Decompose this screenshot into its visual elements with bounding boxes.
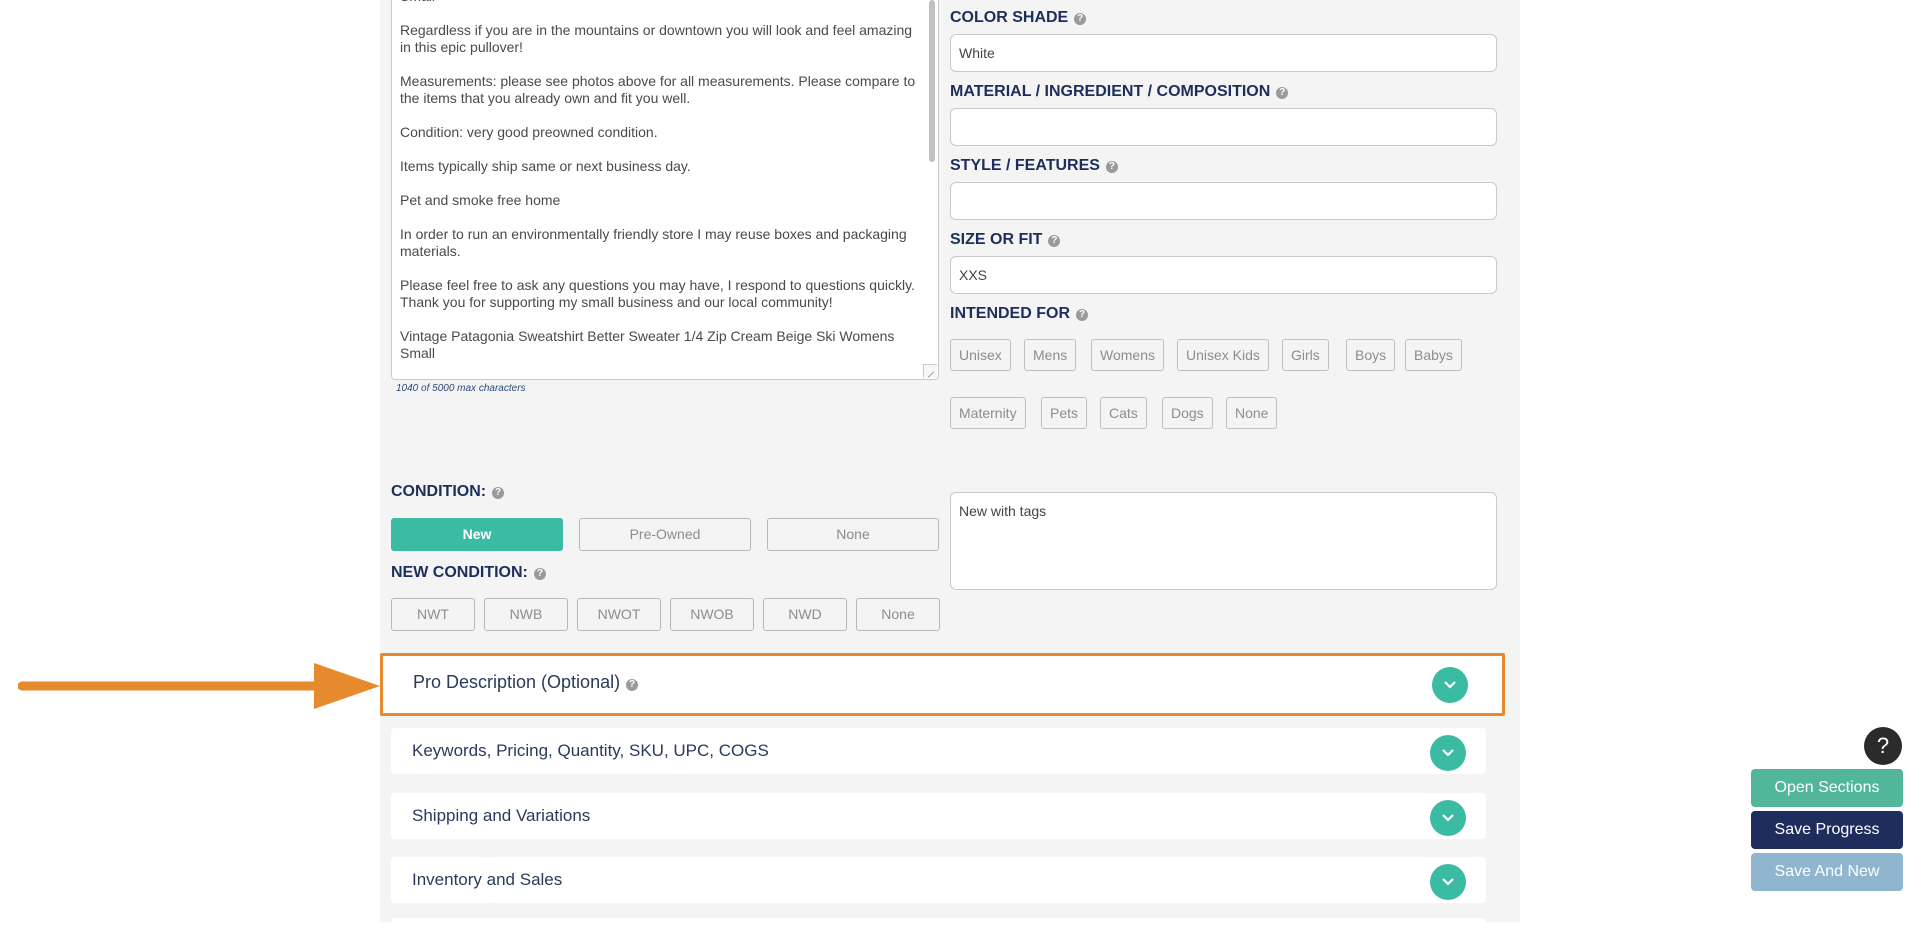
intended-unisex[interactable]: Unisex (950, 339, 1011, 371)
help-icon[interactable]: ? (1105, 161, 1118, 173)
condition-label: CONDITION:? (391, 483, 505, 501)
new-condition-none[interactable]: None (856, 598, 940, 631)
section-title: Inventory and Sales (412, 870, 563, 889)
description-text: Small Regardless if you are in the mount… (400, 0, 916, 361)
condition-note-textarea[interactable]: New with tags (950, 492, 1497, 590)
chevron-down-icon[interactable] (1432, 667, 1468, 703)
resize-handle[interactable] (923, 364, 937, 378)
size-fit-input[interactable]: XXS (950, 256, 1497, 294)
section-inventory-sales[interactable]: Inventory and Sales (391, 857, 1486, 903)
section-title: Pro Description (Optional)? (413, 672, 639, 693)
intended-womens[interactable]: Womens (1091, 339, 1164, 371)
section-keywords-pricing[interactable]: Keywords, Pricing, Quantity, SKU, UPC, C… (391, 728, 1486, 774)
help-question-icon[interactable]: ? (1864, 727, 1902, 765)
help-icon[interactable]: ? (1276, 87, 1289, 99)
chevron-down-icon[interactable] (1430, 735, 1466, 771)
new-condition-nwt[interactable]: NWT (391, 598, 475, 631)
intended-maternity[interactable]: Maternity (950, 397, 1026, 429)
help-icon[interactable]: ? (626, 679, 639, 691)
section-title: Shipping and Variations (412, 806, 591, 825)
intended-girls[interactable]: Girls (1282, 339, 1329, 371)
character-count: 1040 of 5000 max characters (396, 383, 526, 394)
open-sections-button[interactable]: Open Sections (1751, 769, 1903, 807)
save-and-new-button[interactable]: Save And New (1751, 853, 1903, 891)
new-condition-nwob[interactable]: NWOB (670, 598, 754, 631)
intended-cats[interactable]: Cats (1100, 397, 1147, 429)
new-condition-nwb[interactable]: NWB (484, 598, 568, 631)
material-input[interactable] (950, 108, 1497, 146)
chevron-down-icon[interactable] (1430, 864, 1466, 900)
help-icon[interactable]: ? (533, 568, 546, 580)
new-condition-nwot[interactable]: NWOT (577, 598, 661, 631)
section-next[interactable] (391, 918, 1486, 928)
intended-dogs[interactable]: Dogs (1162, 397, 1213, 429)
intended-none[interactable]: None (1226, 397, 1278, 429)
size-fit-label: SIZE OR FIT? (950, 231, 1061, 249)
description-textarea[interactable]: Small Regardless if you are in the mount… (391, 0, 939, 380)
section-title: Keywords, Pricing, Quantity, SKU, UPC, C… (412, 741, 769, 760)
intended-mens[interactable]: Mens (1024, 339, 1077, 371)
intended-pets[interactable]: Pets (1041, 397, 1088, 429)
description-scrollbar[interactable] (929, 0, 935, 162)
section-pro-description[interactable]: Pro Description (Optional)? (380, 653, 1505, 716)
intended-for-label: INTENDED FOR? (950, 305, 1088, 323)
condition-new-button[interactable]: New (391, 518, 563, 551)
style-features-label: STYLE / FEATURES? (950, 157, 1118, 175)
help-icon[interactable]: ? (1074, 13, 1087, 25)
intended-unisex-kids[interactable]: Unisex Kids (1177, 339, 1269, 371)
style-features-input[interactable] (950, 182, 1497, 220)
help-icon[interactable]: ? (492, 487, 505, 499)
chevron-down-icon[interactable] (1430, 800, 1466, 836)
color-shade-label: COLOR SHADE? (950, 9, 1087, 27)
intended-boys[interactable]: Boys (1346, 339, 1396, 371)
condition-none-button[interactable]: None (767, 518, 939, 551)
color-shade-input[interactable]: White (950, 34, 1497, 72)
arrow-annotation-icon (18, 663, 380, 709)
material-label: MATERIAL / INGREDIENT / COMPOSITION? (950, 83, 1289, 101)
save-progress-button[interactable]: Save Progress (1751, 811, 1903, 849)
condition-preowned-button[interactable]: Pre-Owned (579, 518, 751, 551)
help-icon[interactable]: ? (1048, 235, 1061, 247)
new-condition-nwd[interactable]: NWD (763, 598, 847, 631)
intended-babys[interactable]: Babys (1405, 339, 1462, 371)
new-condition-label: NEW CONDITION:? (391, 564, 546, 582)
section-shipping-variations[interactable]: Shipping and Variations (391, 793, 1486, 839)
help-icon[interactable]: ? (1076, 309, 1088, 321)
